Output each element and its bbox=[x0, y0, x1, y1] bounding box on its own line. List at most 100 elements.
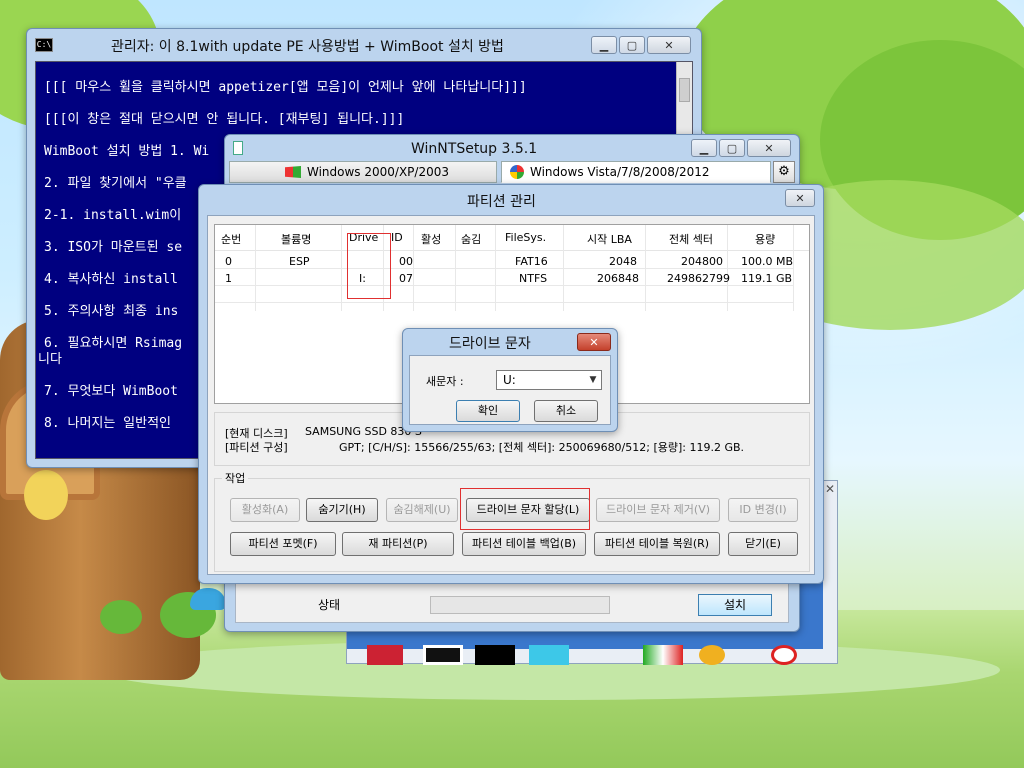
column-header[interactable]: 활성 bbox=[421, 231, 441, 247]
column-header[interactable]: 볼륨명 bbox=[281, 231, 311, 247]
activate-button[interactable]: 활성화(A) bbox=[230, 498, 300, 522]
tab-windows-vista[interactable]: Windows Vista/7/8/2008/2012 bbox=[501, 161, 771, 183]
partition-title: 파티션 관리 bbox=[467, 194, 536, 210]
tile-icon[interactable] bbox=[423, 645, 463, 665]
windows-xp-logo-icon bbox=[284, 166, 301, 178]
column-header[interactable]: 순번 bbox=[221, 231, 241, 247]
drive-column-highlight bbox=[347, 233, 391, 299]
close-dialog-button[interactable]: 닫기(E) bbox=[728, 532, 798, 556]
grid-line bbox=[215, 302, 793, 303]
ok-button[interactable]: 확인 bbox=[456, 400, 520, 422]
change-id-button[interactable]: ID 변경(I) bbox=[728, 498, 798, 522]
partition-caption-buttons: ✕ bbox=[785, 189, 815, 207]
column-header[interactable]: FileSys. bbox=[505, 231, 546, 244]
winntsetup-title: WinNTSetup 3.5.1 bbox=[411, 141, 538, 157]
grid-line bbox=[215, 285, 793, 286]
column-header[interactable]: 시작 LBA bbox=[587, 231, 632, 247]
console-line: 니다 bbox=[38, 352, 62, 367]
os-tabs: Windows 2000/XP/2003 Windows Vista/7/8/2… bbox=[229, 161, 797, 183]
cell-filesystem: FAT16 bbox=[515, 255, 548, 268]
minimize-button[interactable]: ▁ bbox=[691, 139, 717, 157]
close-button[interactable]: ✕ bbox=[577, 333, 611, 351]
bush bbox=[100, 600, 142, 634]
restore-partition-table-button[interactable]: 파티션 테이블 복원(R) bbox=[594, 532, 720, 556]
tile-icon[interactable] bbox=[367, 645, 403, 665]
cell-filesystem: NTFS bbox=[519, 272, 548, 285]
drive-letter-title: 드라이브 문자 bbox=[449, 336, 531, 352]
console-titlebar[interactable]: C:\ 관리자: 이 8.1with update PE 사용방법 + WimB… bbox=[27, 29, 701, 59]
windows-logo-icon bbox=[510, 165, 524, 179]
maximize-button[interactable]: ▢ bbox=[719, 139, 745, 157]
close-button[interactable]: ✕ bbox=[647, 36, 691, 54]
cell-size: 119.1 GB bbox=[741, 272, 793, 285]
cell-volume: ESP bbox=[289, 255, 310, 268]
console-line: 3. ISO가 마운트된 se bbox=[44, 240, 183, 255]
cell-total-sectors: 204800 bbox=[681, 255, 723, 268]
panel-close-icon[interactable]: ✕ bbox=[823, 483, 837, 497]
console-line: 2. 파일 찾기에서 "우클 bbox=[44, 176, 187, 191]
console-line: 5. 주의사항 최종 ins bbox=[44, 304, 179, 319]
cell-start-lba: 206848 bbox=[597, 272, 639, 285]
console-line: WimBoot 설치 방법 1. Wi bbox=[44, 144, 210, 159]
cell-size: 100.0 MB bbox=[741, 255, 794, 268]
status-area: 상태 설치 bbox=[235, 583, 789, 623]
table-header: 순번 볼륨명 Drive ID 활성 숨김 FileSys. 시작 LBA 전체… bbox=[215, 225, 809, 251]
unhide-button[interactable]: 숨김해제(U) bbox=[386, 498, 458, 522]
close-button[interactable]: ✕ bbox=[785, 189, 815, 207]
partition-layout-value: GPT; [C/H/S]: 15566/255/63; [전체 섹터]: 250… bbox=[339, 441, 745, 454]
tab-label: Windows Vista/7/8/2008/2012 bbox=[530, 165, 710, 179]
hide-button[interactable]: 숨기기(H) bbox=[306, 498, 378, 522]
selected-letter: U: bbox=[503, 373, 516, 387]
console-line: [[[이 창은 절대 닫으시면 안 됩니다. [재부팅] 됩니다.]]] bbox=[44, 112, 405, 127]
cancel-button[interactable]: 취소 bbox=[534, 400, 598, 422]
console-title: 관리자: 이 8.1with update PE 사용방법 + WimBoot … bbox=[111, 39, 504, 55]
winntsetup-caption-buttons: ▁ ▢ ✕ bbox=[691, 139, 791, 157]
console-line: 2-1. install.wim이 bbox=[44, 208, 182, 223]
mushroom bbox=[190, 588, 226, 610]
console-line: 6. 필요하시면 Rsimag bbox=[44, 336, 183, 351]
cmd-icon: C:\ bbox=[35, 38, 53, 52]
partition-titlebar[interactable]: 파티션 관리 ✕ bbox=[199, 185, 823, 215]
operations-label: 작업 bbox=[222, 470, 249, 486]
console-line: 7. 무엇보다 WimBoot bbox=[44, 384, 178, 399]
tile-icon[interactable] bbox=[529, 645, 569, 665]
assign-letter-highlight bbox=[460, 488, 590, 530]
console-line: [[[ 마우스 휠을 클릭하시면 appetizer[앱 모음]이 언제나 앞에… bbox=[44, 80, 527, 95]
chevron-down-icon: ▼ bbox=[589, 375, 597, 385]
column-header[interactable]: ID bbox=[391, 231, 403, 244]
cell-index: 0 bbox=[225, 255, 232, 268]
tab-windows-xp[interactable]: Windows 2000/XP/2003 bbox=[229, 161, 497, 183]
console-caption-buttons: ▁ ▢ ✕ bbox=[591, 36, 691, 54]
remove-drive-letter-button[interactable]: 드라이브 문자 제거(V) bbox=[596, 498, 720, 522]
console-line: 4. 복사하신 install bbox=[44, 272, 178, 287]
install-button[interactable]: 설치 bbox=[698, 594, 772, 616]
minimize-button[interactable]: ▁ bbox=[591, 36, 617, 54]
backup-partition-table-button[interactable]: 파티션 테이블 백업(B) bbox=[462, 532, 586, 556]
tile-icon[interactable] bbox=[475, 645, 515, 665]
bird bbox=[24, 470, 68, 520]
tile-icon[interactable] bbox=[643, 645, 683, 665]
tile-icon[interactable] bbox=[771, 645, 797, 665]
drive-letter-caption-buttons: ✕ bbox=[577, 333, 611, 351]
cell-start-lba: 2048 bbox=[609, 255, 637, 268]
tab-label: Windows 2000/XP/2003 bbox=[306, 165, 449, 179]
repartition-button[interactable]: 재 파티션(P) bbox=[342, 532, 454, 556]
column-header[interactable]: 용량 bbox=[755, 231, 775, 247]
settings-icon[interactable]: ⚙ bbox=[773, 161, 795, 183]
cell-total-sectors: 249862799 bbox=[667, 272, 730, 285]
progress-bar bbox=[430, 596, 610, 614]
scroll-thumb[interactable] bbox=[679, 78, 690, 102]
drive-letter-select[interactable]: U: ▼ bbox=[496, 370, 602, 390]
column-header[interactable]: 전체 섹터 bbox=[669, 231, 713, 247]
maximize-button[interactable]: ▢ bbox=[619, 36, 645, 54]
tile-icon[interactable] bbox=[699, 645, 725, 665]
new-letter-label: 새문자 : bbox=[426, 375, 464, 388]
format-partition-button[interactable]: 파티션 포멧(F) bbox=[230, 532, 336, 556]
app-icon bbox=[233, 141, 243, 155]
close-button[interactable]: ✕ bbox=[747, 139, 791, 157]
column-header[interactable]: 숨김 bbox=[461, 231, 481, 247]
cell-id: 00 bbox=[399, 255, 413, 268]
cell-index: 1 bbox=[225, 272, 232, 285]
cell-id: 07 bbox=[399, 272, 413, 285]
grid-line bbox=[215, 268, 793, 269]
